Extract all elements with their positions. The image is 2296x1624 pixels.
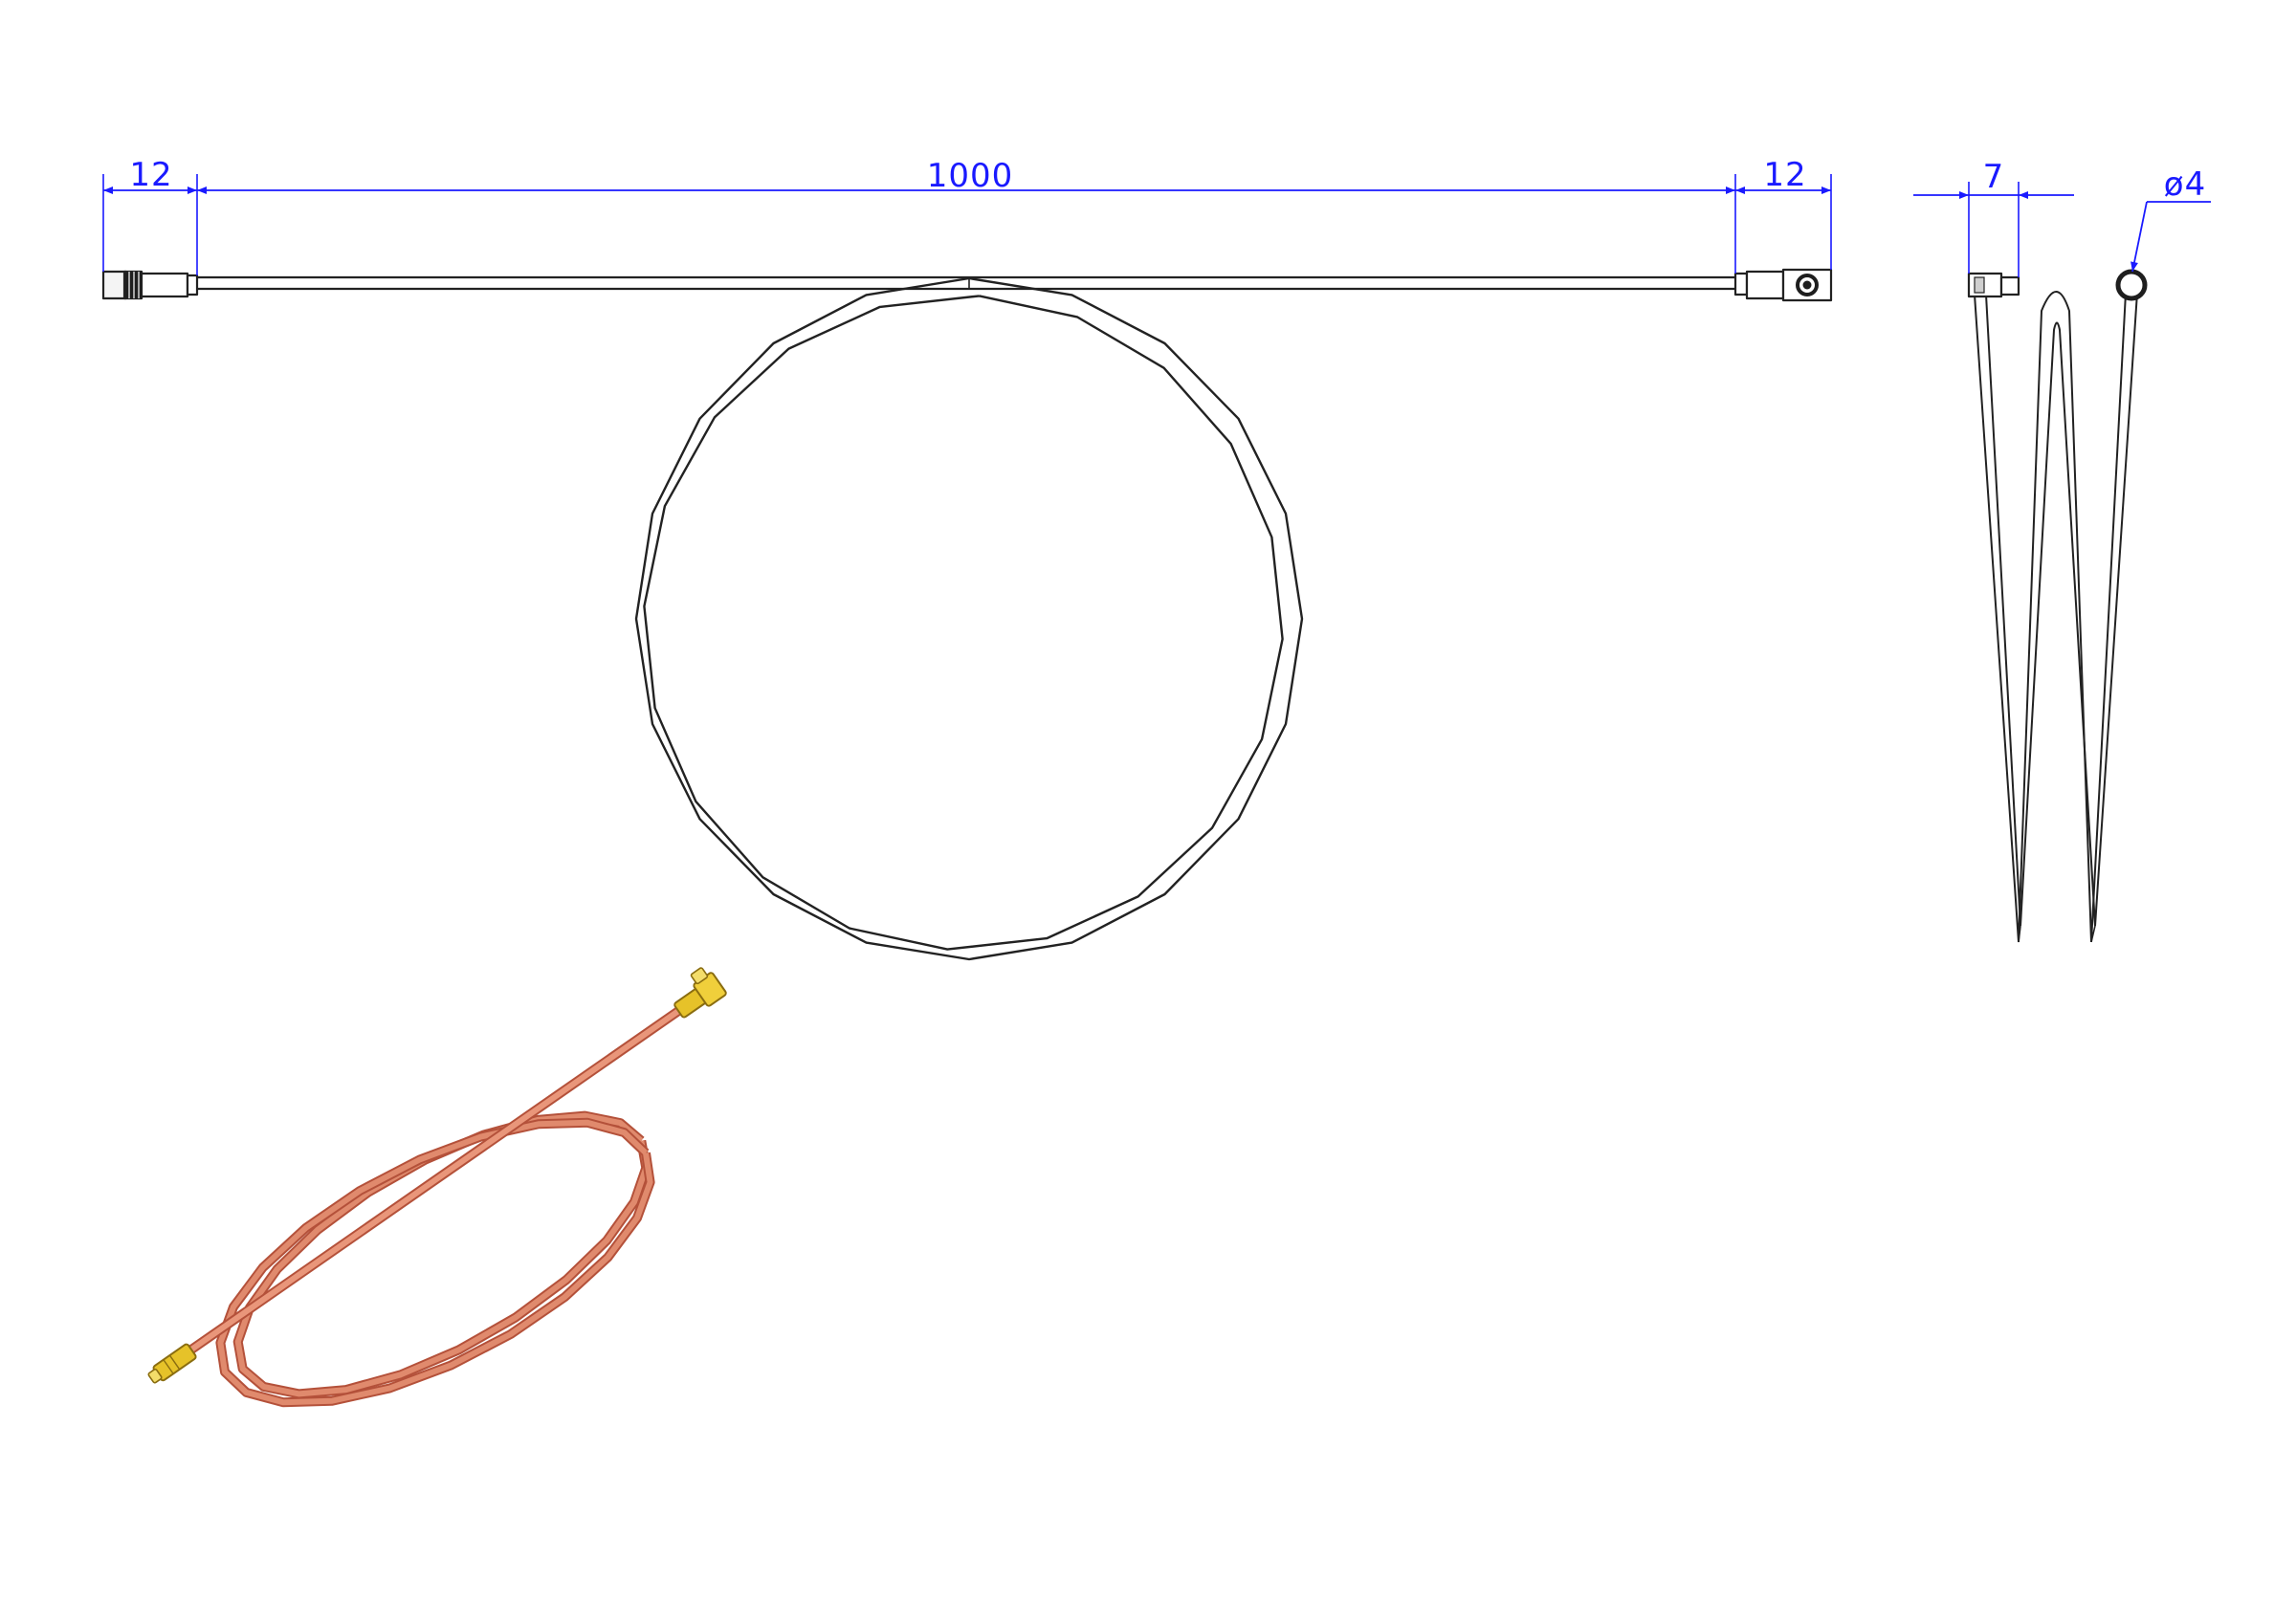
cable-end-section bbox=[2115, 269, 2148, 301]
dimension-label-left-connector: 12 bbox=[129, 156, 172, 194]
technical-drawing: 12 1000 12 7 ø4 bbox=[101, 156, 2211, 1408]
dimension-label-cable-length: 1000 bbox=[927, 157, 1014, 195]
side-connector bbox=[1967, 272, 2020, 298]
side-view: 7 ø4 bbox=[1913, 158, 2211, 943]
cable-coil bbox=[634, 276, 1304, 961]
left-connector-render bbox=[147, 1343, 197, 1384]
dimension-cable-length: 1000 bbox=[197, 157, 1735, 195]
coil-render bbox=[215, 1110, 655, 1408]
dimension-label-side-connector: 7 bbox=[1983, 158, 2005, 196]
left-connector bbox=[101, 270, 199, 300]
dimension-left-connector: 12 bbox=[102, 156, 198, 275]
dimension-side-connector: 7 bbox=[1913, 158, 2074, 277]
dimension-label-right-connector: 12 bbox=[1763, 156, 1806, 194]
right-angle-connector bbox=[1733, 268, 1833, 302]
isometric-render bbox=[147, 967, 727, 1408]
straight-cable-render bbox=[167, 1002, 689, 1368]
dimension-right-connector: 12 bbox=[1734, 156, 1832, 274]
dimension-cable-diameter: ø4 bbox=[2130, 165, 2211, 273]
front-view: 12 1000 12 bbox=[101, 156, 1833, 961]
dimension-label-cable-diameter: ø4 bbox=[2164, 165, 2206, 204]
